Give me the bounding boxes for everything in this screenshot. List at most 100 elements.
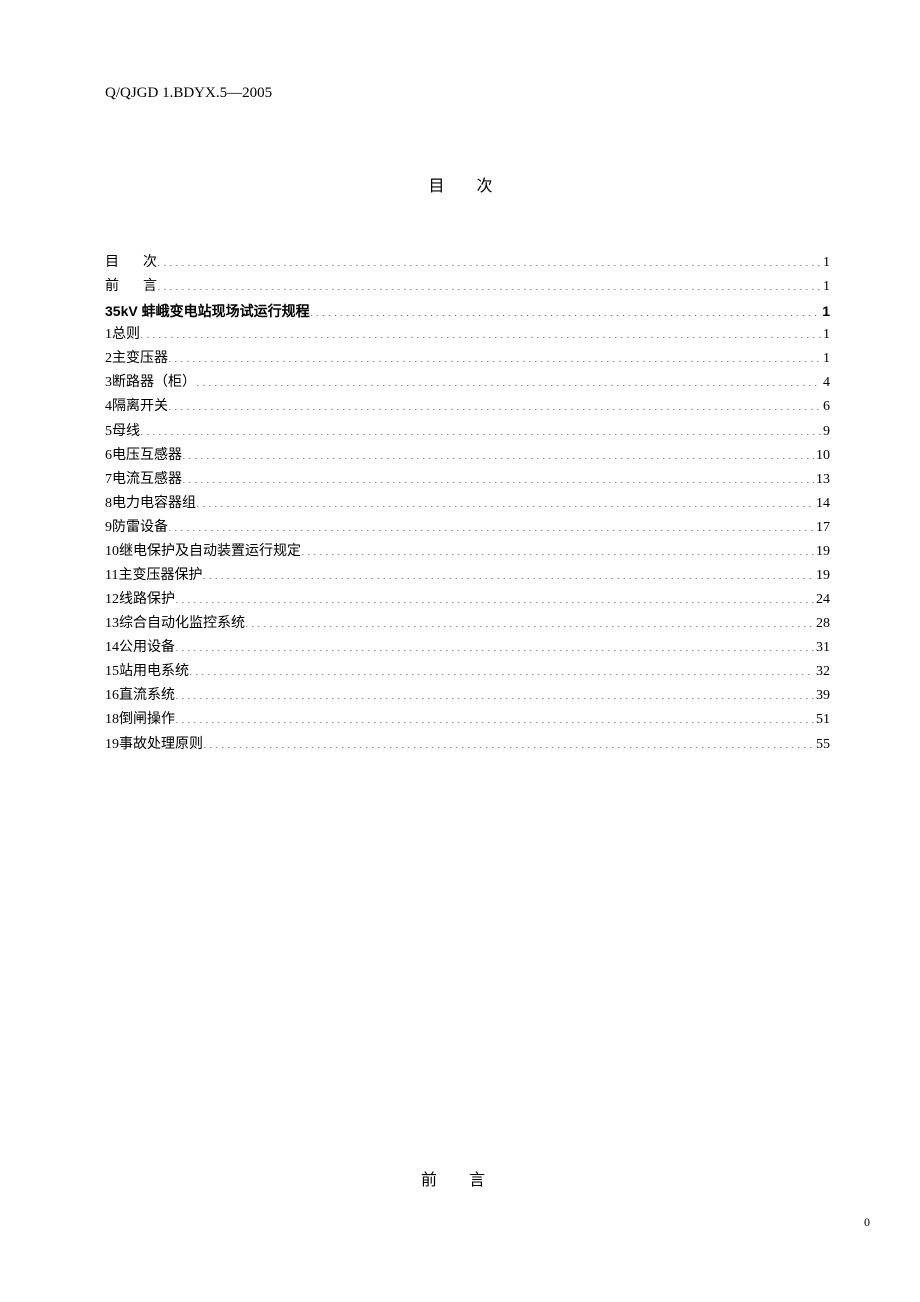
toc-entry-prefix: 8 (105, 492, 112, 516)
toc-row: 16 直流系统 39 (105, 684, 830, 708)
toc-entry-page: 4 (821, 371, 830, 395)
toc-entry-page: 51 (814, 708, 830, 732)
toc-entry-text: 主变压器 (112, 351, 168, 366)
toc-entry-prefix: 6 (105, 444, 112, 468)
toc-entry-prefix: 16 (105, 684, 119, 708)
toc-row: 18 倒闸操作 51 (105, 708, 830, 732)
toc-dots (140, 421, 821, 435)
toc-row: 12 线路保护 24 (105, 588, 830, 612)
toc-entry-label: 2 主变压器 (105, 347, 168, 371)
toc-entry-text: 直流系统 (119, 688, 175, 703)
toc-entry-prefix: 10 (105, 540, 119, 564)
toc-entry-prefix: 9 (105, 516, 112, 540)
toc-entry-page: 19 (814, 540, 830, 564)
toc-row: 14 公用设备31 (105, 636, 830, 660)
toc-entry-text: 站用电系统 (119, 664, 189, 679)
toc-entry-label: 14 公用设备 (105, 636, 175, 660)
toc-entry-prefix: 5 (105, 420, 112, 444)
toc-row: 13 综合自动化监控系统 28 (105, 612, 830, 636)
toc-entry-text: 综合自动化监控系统 (119, 616, 245, 631)
toc-entry-text: 言 (143, 279, 157, 294)
toc-entry-page: 9 (821, 420, 830, 444)
toc-entry-label: 6 电压互感器 (105, 444, 182, 468)
header-code: Q/QJGD 1.BDYX.5—2005 (105, 85, 830, 102)
toc-entry-page: 24 (814, 588, 830, 612)
toc-entry-label: 8 电力电容器组 (105, 492, 196, 516)
toc-entry-text: 主变压器保护 (118, 568, 202, 583)
toc-entry-prefix: 4 (105, 395, 112, 419)
toc-entry-page: 1 (821, 323, 830, 347)
toc-dots (168, 517, 814, 531)
toc-row: 15 站用电系统32 (105, 660, 830, 684)
toc-entry-label: 35kV 蚌峨变电站现场试运行规程 (105, 299, 310, 323)
toc-row: 7 电流互感器 13 (105, 468, 830, 492)
toc-entry-prefix: 前 (105, 275, 143, 299)
toc-entry-page: 19 (814, 564, 830, 588)
toc-entry-page: 39 (814, 684, 830, 708)
toc-row: 19 事故处理原则 55 (105, 733, 830, 757)
toc-row: 5 母线 9 (105, 420, 830, 444)
toc-entry-page: 10 (814, 444, 830, 468)
toc-entry-prefix: 7 (105, 468, 112, 492)
toc-dots (175, 637, 814, 651)
toc-entry-label: 13 综合自动化监控系统 (105, 612, 245, 636)
toc-dots (196, 372, 821, 386)
toc-entry-prefix: 目 (105, 251, 143, 275)
toc-entry-page: 6 (821, 395, 830, 419)
toc-entry-page: 13 (814, 468, 830, 492)
toc-dots (182, 445, 814, 459)
toc-row: 9 防雷设备 17 (105, 516, 830, 540)
toc-row: 3 断路器（柜） 4 (105, 371, 830, 395)
toc-dots (182, 469, 814, 483)
toc-dots (140, 324, 821, 338)
toc-entry-prefix: 2 (105, 347, 112, 371)
toc-entry-label: 5 母线 (105, 420, 140, 444)
toc-entry-page: 55 (814, 733, 830, 757)
toc-entry-text: 继电保护及自动装置运行规定 (119, 544, 301, 559)
toc-entry-prefix: 19 (105, 733, 119, 757)
toc-entry-text: 线路保护 (119, 592, 175, 607)
toc-dots (203, 734, 814, 748)
toc-dots (175, 709, 814, 723)
toc-title: 目 次 (105, 172, 830, 196)
toc-entry-page: 1 (820, 299, 830, 323)
toc-entry-label: 3 断路器（柜） (105, 371, 196, 395)
toc-entry-prefix: 18 (105, 708, 119, 732)
toc-dots (168, 348, 821, 362)
toc-entry-label: 9 防雷设备 (105, 516, 168, 540)
toc-entry-page: 28 (814, 612, 830, 636)
toc-entry-label: 18 倒闸操作 (105, 708, 175, 732)
table-of-contents: 目次1前言135kV 蚌峨变电站现场试运行规程11 总则12 主变压器13 断路… (105, 251, 830, 757)
toc-entry-page: 1 (821, 275, 830, 299)
toc-entry-label: 7 电流互感器 (105, 468, 182, 492)
toc-row: 6 电压互感器 10 (105, 444, 830, 468)
page-number: 0 (864, 1215, 870, 1230)
toc-dots (168, 396, 821, 410)
toc-dots (157, 276, 821, 290)
toc-row: 10 继电保护及自动装置运行规定 19 (105, 540, 830, 564)
toc-entry-label: 1 总则 (105, 323, 140, 347)
toc-entry-prefix: 11 (105, 564, 118, 588)
toc-entry-prefix: 1 (105, 323, 112, 347)
toc-dots (175, 589, 814, 603)
toc-entry-text: 事故处理原则 (119, 737, 203, 752)
toc-entry-prefix: 14 (105, 636, 119, 660)
toc-entry-text: 断路器（柜） (112, 375, 196, 390)
toc-row: 35kV 蚌峨变电站现场试运行规程 1 (105, 299, 830, 323)
toc-entry-label: 前言 (105, 275, 157, 299)
toc-dots (202, 565, 814, 579)
toc-entry-page: 1 (821, 251, 830, 275)
toc-entry-prefix: 13 (105, 612, 119, 636)
toc-entry-text: 次 (143, 255, 157, 270)
toc-entry-page: 17 (814, 516, 830, 540)
preface-title: 前 言 (0, 1166, 920, 1190)
toc-entry-label: 11 主变压器保护 (105, 564, 202, 588)
toc-entry-text: 电力电容器组 (112, 496, 196, 511)
toc-entry-prefix: 12 (105, 588, 119, 612)
toc-entry-text: 公用设备 (119, 640, 175, 655)
toc-entry-prefix: 15 (105, 660, 119, 684)
toc-row: 8 电力电容器组14 (105, 492, 830, 516)
toc-entry-label: 12 线路保护 (105, 588, 175, 612)
toc-row: 11 主变压器保护 19 (105, 564, 830, 588)
toc-dots (196, 493, 814, 507)
